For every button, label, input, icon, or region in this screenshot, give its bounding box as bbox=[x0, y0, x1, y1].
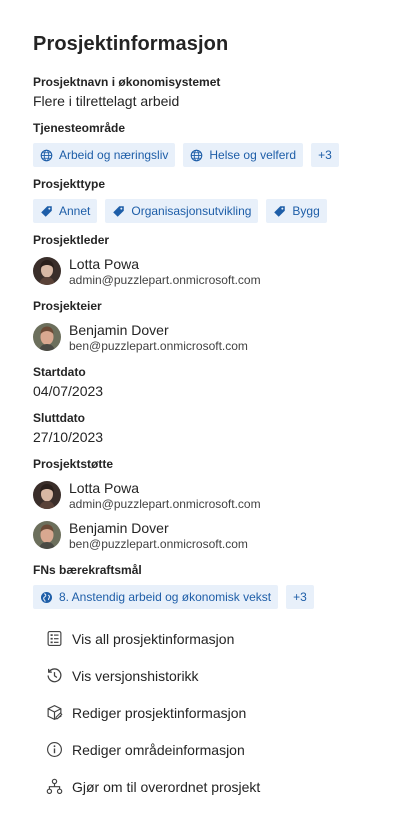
persona[interactable]: Lotta Powa admin@puzzlepart.onmicrosoft.… bbox=[33, 479, 396, 511]
start-label: Startdato bbox=[33, 365, 86, 379]
avatar bbox=[33, 257, 61, 285]
type-tag-label: Organisasjonsutvikling bbox=[131, 204, 252, 218]
avatar bbox=[33, 521, 61, 549]
type-label: Prosjekttype bbox=[33, 177, 106, 191]
sdg-label: FNs bærekraftsmål bbox=[33, 563, 142, 577]
type-field: Prosjekttype Annet Organisasjonsutviklin… bbox=[33, 177, 396, 223]
edit-project-info-button[interactable]: Rediger prosjektinformasjon bbox=[46, 694, 260, 731]
avatar bbox=[33, 323, 61, 351]
action-label: Rediger områdeinformasjon bbox=[72, 741, 245, 758]
persona-email: admin@puzzlepart.onmicrosoft.com bbox=[69, 496, 261, 511]
econ-label: Prosjektnavn i økonomisystemet bbox=[33, 75, 221, 89]
persona-name: Benjamin Dover bbox=[69, 519, 169, 536]
service-tag[interactable]: Arbeid og næringsliv bbox=[33, 143, 176, 167]
action-label: Vis versjonshistorikk bbox=[72, 667, 199, 684]
action-list: Vis all prosjektinformasjon Vis versjons… bbox=[46, 620, 260, 805]
end-label: Sluttdato bbox=[33, 411, 85, 425]
service-more-button[interactable]: +3 bbox=[311, 143, 339, 167]
action-label: Vis all prosjektinformasjon bbox=[72, 630, 235, 647]
action-label: Gjør om til overordnet prosjekt bbox=[72, 778, 261, 795]
support-label: Prosjektstøtte bbox=[33, 457, 114, 471]
globe-icon bbox=[191, 149, 203, 161]
version-history-button[interactable]: Vis versjonshistorikk bbox=[46, 657, 260, 694]
persona-email: admin@puzzlepart.onmicrosoft.com bbox=[69, 272, 261, 287]
end-field: Sluttdato 27/10/2023 bbox=[33, 411, 396, 446]
tag-icon bbox=[113, 205, 125, 217]
type-tag[interactable]: Annet bbox=[33, 199, 98, 223]
sdg-tag-label: 8. Anstendig arbeid og økonomisk vekst bbox=[59, 590, 272, 604]
box-edit-icon bbox=[47, 704, 63, 721]
service-tag-label: Arbeid og næringsliv bbox=[59, 148, 169, 162]
persona[interactable]: Benjamin Dover ben@puzzlepart.onmicrosof… bbox=[33, 519, 396, 551]
service-tag-label: Helse og velferd bbox=[209, 148, 297, 162]
start-field: Startdato 04/07/2023 bbox=[33, 365, 396, 400]
sdg-tag[interactable]: 8. Anstendig arbeid og økonomisk vekst bbox=[33, 585, 279, 609]
support-field: Prosjektstøtte Lotta Powa admin@puzzlepa… bbox=[33, 457, 396, 551]
leader-label: Prosjektleder bbox=[33, 233, 110, 247]
panel-title: Prosjektinformasjon bbox=[33, 33, 229, 55]
service-tag[interactable]: Helse og velferd bbox=[183, 143, 304, 167]
econ-value: Flere i tilrettelagt arbeid bbox=[33, 93, 180, 109]
persona-email: ben@puzzlepart.onmicrosoft.com bbox=[69, 536, 248, 551]
convert-to-parent-button[interactable]: Gjør om til overordnet prosjekt bbox=[46, 768, 260, 805]
service-field: Tjenesteområde Arbeid og næringsliv Hels… bbox=[33, 121, 396, 167]
action-label: Rediger prosjektinformasjon bbox=[72, 704, 247, 721]
avatar bbox=[33, 481, 61, 509]
leader-field: Prosjektleder Lotta Powa admin@puzzlepar… bbox=[33, 233, 396, 287]
start-value: 04/07/2023 bbox=[33, 383, 104, 399]
org-chart-icon bbox=[46, 778, 63, 794]
history-icon bbox=[47, 668, 62, 683]
type-tag-label: Bygg bbox=[292, 204, 320, 218]
edit-site-info-button[interactable]: Rediger områdeinformasjon bbox=[46, 731, 260, 768]
type-tag[interactable]: Organisasjonsutvikling bbox=[105, 199, 259, 223]
persona-name: Lotta Powa bbox=[69, 255, 140, 272]
sdg-field: FNs bærekraftsmål 8. Anstendig arbeid og… bbox=[33, 563, 396, 609]
owner-label: Prosjekteier bbox=[33, 299, 102, 313]
persona-email: ben@puzzlepart.onmicrosoft.com bbox=[69, 338, 248, 353]
tag-icon bbox=[41, 205, 52, 217]
econ-field: Prosjektnavn i økonomisystemet Flere i t… bbox=[33, 75, 396, 110]
tag-icon bbox=[274, 205, 286, 217]
end-value: 27/10/2023 bbox=[33, 429, 104, 445]
persona-name: Lotta Powa bbox=[69, 479, 140, 496]
sdg-more-button[interactable]: +3 bbox=[286, 585, 314, 609]
persona[interactable]: Lotta Powa admin@puzzlepart.onmicrosoft.… bbox=[33, 255, 396, 287]
globe-icon bbox=[40, 149, 53, 161]
view-all-info-button[interactable]: Vis all prosjektinformasjon bbox=[46, 620, 260, 657]
service-label: Tjenesteområde bbox=[33, 121, 126, 135]
info-icon bbox=[47, 742, 62, 757]
persona-name: Benjamin Dover bbox=[69, 321, 169, 338]
type-tag-label: Annet bbox=[59, 204, 91, 218]
earth-icon bbox=[40, 591, 53, 603]
form-list-icon bbox=[47, 631, 62, 646]
owner-field: Prosjekteier Benjamin Dover ben@puzzlepa… bbox=[33, 299, 396, 353]
persona[interactable]: Benjamin Dover ben@puzzlepart.onmicrosof… bbox=[33, 321, 396, 353]
type-tag[interactable]: Bygg bbox=[266, 199, 327, 223]
